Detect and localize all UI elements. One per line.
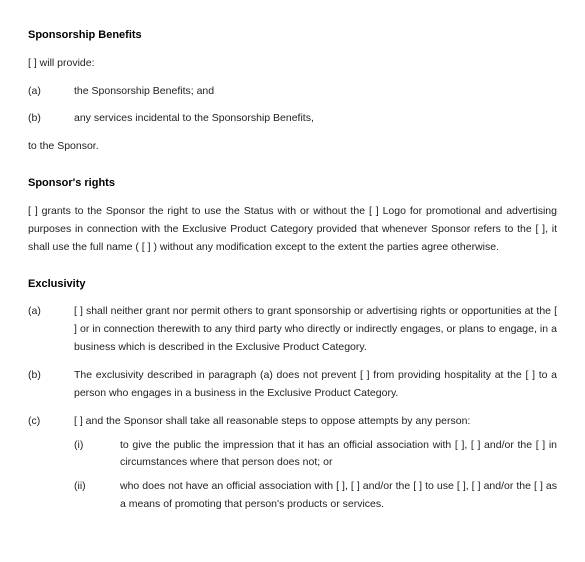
benefits-item-text: any services incidental to the Sponsorsh… — [74, 110, 557, 128]
exclusivity-item-marker: (a) — [28, 303, 74, 321]
exclusivity-item-marker: (b) — [28, 367, 74, 385]
exclusivity-subitem-text: to give the public the impression that i… — [120, 437, 557, 473]
rights-body: [ ] grants to the Sponsor the right to u… — [28, 203, 557, 257]
exclusivity-subitem-marker: (i) — [74, 437, 120, 455]
exclusivity-subitem: (ii) who does not have an official assoc… — [74, 478, 557, 514]
exclusivity-heading: Exclusivity — [28, 275, 557, 294]
exclusivity-subitem-marker: (ii) — [74, 478, 120, 496]
exclusivity-item-text: [ ] and the Sponsor shall take all reaso… — [74, 415, 470, 427]
exclusivity-subitem: (i) to give the public the impression th… — [74, 437, 557, 473]
section-rights: Sponsor's rights [ ] grants to the Spons… — [28, 174, 557, 257]
exclusivity-item: (b) The exclusivity described in paragra… — [28, 367, 557, 403]
benefits-item-marker: (a) — [28, 83, 74, 101]
section-benefits: Sponsorship Benefits [ ] will provide: (… — [28, 26, 557, 156]
section-exclusivity: Exclusivity (a) [ ] shall neither grant … — [28, 275, 557, 514]
benefits-item: (a) the Sponsorship Benefits; and — [28, 83, 557, 101]
exclusivity-item-body: [ ] and the Sponsor shall take all reaso… — [74, 413, 557, 514]
benefits-intro: [ ] will provide: — [28, 55, 557, 73]
benefits-closer: to the Sponsor. — [28, 138, 557, 156]
exclusivity-item: (a) [ ] shall neither grant nor permit o… — [28, 303, 557, 357]
exclusivity-item-marker: (c) — [28, 413, 74, 431]
exclusivity-item: (c) [ ] and the Sponsor shall take all r… — [28, 413, 557, 514]
benefits-item-text: the Sponsorship Benefits; and — [74, 83, 557, 101]
exclusivity-item-text: [ ] shall neither grant nor permit other… — [74, 303, 557, 357]
benefits-heading: Sponsorship Benefits — [28, 26, 557, 45]
exclusivity-subitem-text: who does not have an official associatio… — [120, 478, 557, 514]
exclusivity-item-text: The exclusivity described in paragraph (… — [74, 367, 557, 403]
benefits-item-marker: (b) — [28, 110, 74, 128]
benefits-item: (b) any services incidental to the Spons… — [28, 110, 557, 128]
rights-heading: Sponsor's rights — [28, 174, 557, 193]
